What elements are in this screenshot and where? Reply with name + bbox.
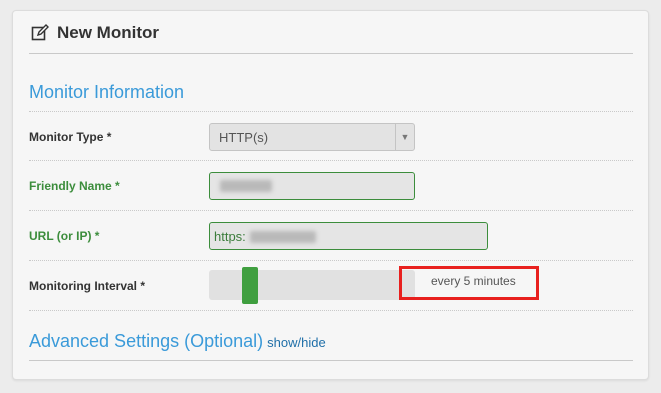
url-label: URL (or IP) * bbox=[29, 229, 100, 243]
highlight-box bbox=[399, 266, 539, 300]
divider bbox=[29, 310, 633, 311]
panel-header: New Monitor bbox=[31, 23, 159, 43]
monitor-type-label: Monitor Type * bbox=[29, 130, 112, 144]
monitor-type-value: HTTP(s) bbox=[219, 130, 269, 145]
redacted-text bbox=[220, 180, 272, 192]
new-monitor-panel: New Monitor Monitor Information Monitor … bbox=[12, 10, 649, 380]
advanced-settings-header: Advanced Settings (Optional) show/hide bbox=[29, 331, 326, 352]
divider bbox=[29, 111, 633, 112]
friendly-name-input[interactable] bbox=[209, 172, 415, 200]
interval-slider-handle[interactable] bbox=[242, 267, 258, 304]
footer-divider bbox=[29, 360, 633, 361]
show-hide-link[interactable]: show/hide bbox=[267, 335, 326, 350]
divider bbox=[29, 210, 633, 211]
header-divider bbox=[29, 53, 633, 54]
section-title-monitor-information: Monitor Information bbox=[29, 82, 185, 102]
monitoring-interval-label: Monitoring Interval * bbox=[29, 279, 146, 293]
divider bbox=[29, 260, 633, 261]
chevron-down-icon[interactable]: ▼ bbox=[395, 124, 414, 150]
friendly-name-label: Friendly Name * bbox=[29, 179, 120, 193]
monitor-type-select[interactable]: HTTP(s) ▼ bbox=[209, 123, 415, 151]
divider bbox=[29, 160, 633, 161]
page-title: New Monitor bbox=[57, 23, 159, 42]
edit-icon bbox=[31, 24, 49, 41]
redacted-text bbox=[250, 231, 316, 243]
url-input[interactable]: https: bbox=[209, 222, 488, 250]
url-value: https: bbox=[214, 229, 246, 244]
interval-slider[interactable] bbox=[209, 270, 415, 300]
advanced-settings-title: Advanced Settings (Optional) bbox=[29, 331, 264, 351]
